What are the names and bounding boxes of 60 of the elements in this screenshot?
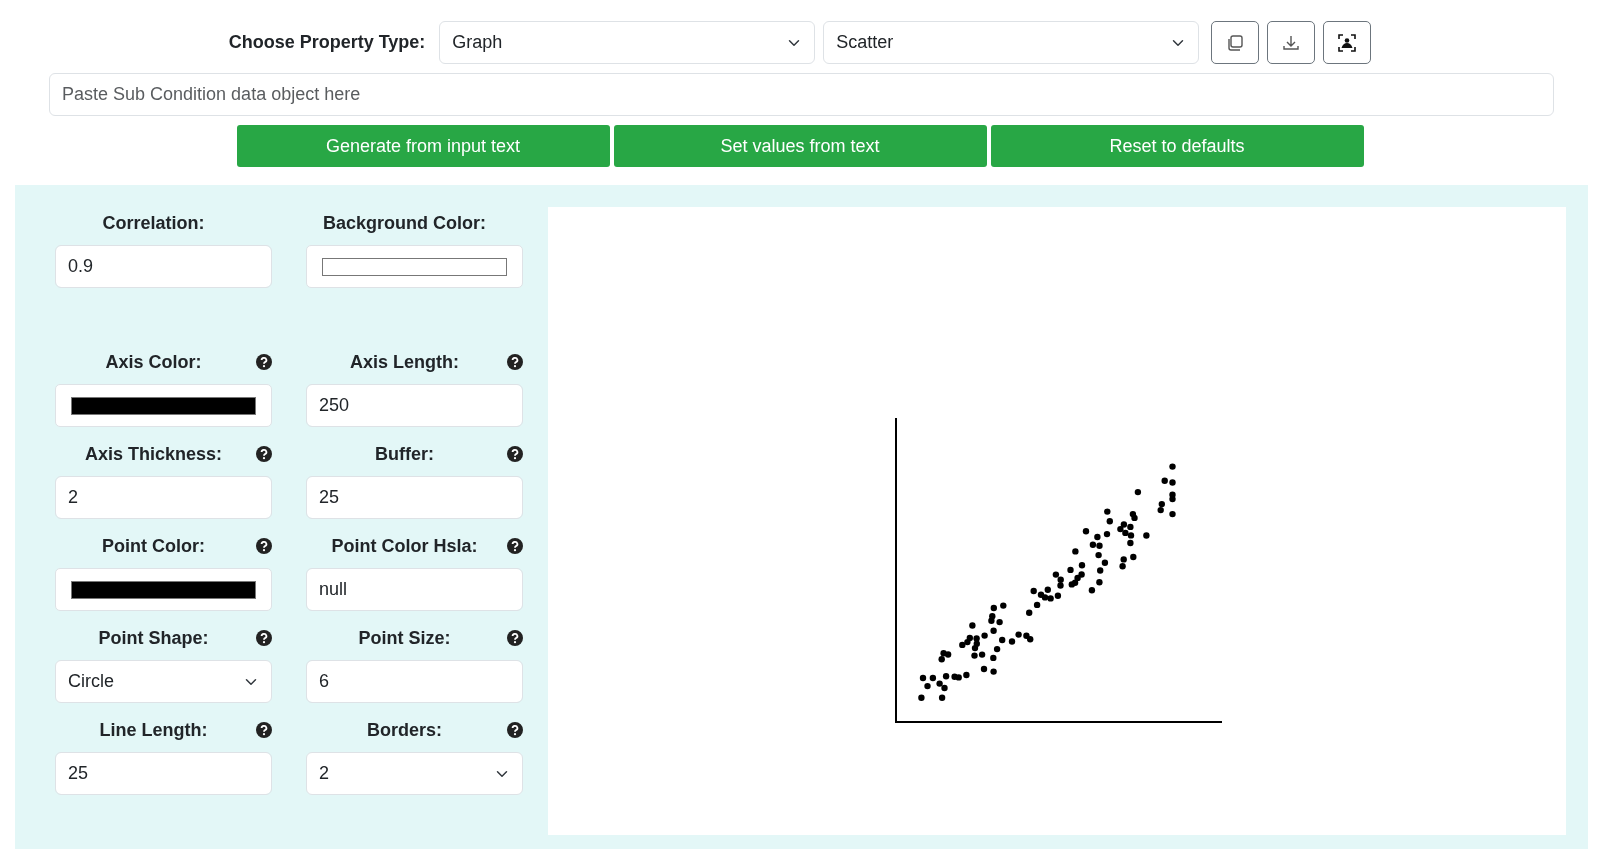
field-label: Point Shape: [98, 626, 209, 650]
data-point [1000, 602, 1007, 609]
property-type-select[interactable]: Graph [439, 21, 816, 64]
data-point [1072, 548, 1079, 555]
data-point [1106, 518, 1113, 525]
data-point [938, 694, 946, 701]
data-point [1134, 488, 1142, 496]
help-icon[interactable] [256, 630, 272, 646]
color-picker[interactable] [55, 568, 272, 611]
copy-button[interactable] [1211, 21, 1260, 64]
data-point [1130, 553, 1137, 561]
text-field[interactable]: 0.9 [55, 245, 272, 288]
text-field[interactable]: 2 [55, 476, 272, 519]
help-icon[interactable] [256, 722, 272, 738]
copy-icon [1225, 32, 1246, 53]
field-label: Background Color: [323, 211, 486, 235]
field-label: Borders: [367, 718, 442, 742]
help-icon[interactable] [507, 446, 523, 462]
data-input-field[interactable]: Paste Sub Condition data object here [49, 73, 1554, 116]
help-icon[interactable] [256, 354, 272, 370]
help-icon[interactable] [507, 354, 523, 370]
data-point [1082, 528, 1090, 535]
field-label: Correlation: [102, 211, 205, 235]
help-icon[interactable] [507, 722, 523, 738]
field-label: Axis Color: [105, 350, 202, 374]
data-point [1143, 532, 1150, 539]
color-picker[interactable] [306, 245, 523, 288]
text-field[interactable]: 250 [306, 384, 523, 427]
field-label: Line Length: [99, 718, 208, 742]
person-frame-icon [1337, 32, 1358, 53]
data-point [990, 668, 997, 675]
data-point [980, 665, 988, 673]
select-field[interactable]: 2 [306, 752, 523, 795]
help-icon[interactable] [256, 538, 272, 554]
help-icon[interactable] [507, 538, 523, 554]
select-field[interactable]: Circle [55, 660, 272, 703]
field-label: Point Color: [102, 534, 205, 558]
field-label: Point Color Hsla: [331, 534, 478, 558]
data-point [969, 622, 976, 629]
field-label: Point Size: [358, 626, 451, 650]
graph-type-select[interactable]: Scatter [823, 21, 1200, 64]
data-point [1169, 510, 1176, 518]
help-icon[interactable] [256, 446, 272, 462]
text-field[interactable]: 6 [306, 660, 523, 703]
screenshot-button[interactable] [1323, 21, 1372, 64]
text-field[interactable]: 25 [55, 752, 272, 795]
data-point [918, 694, 925, 701]
field-label: Axis Thickness: [84, 442, 223, 466]
text-field[interactable]: 25 [306, 476, 523, 519]
text-field[interactable]: null [306, 568, 523, 611]
data-point [1169, 463, 1176, 470]
data-point [1104, 508, 1111, 515]
color-picker[interactable] [55, 384, 272, 427]
data-point [1103, 530, 1111, 538]
help-icon[interactable] [507, 630, 523, 646]
download-button[interactable] [1267, 21, 1316, 64]
field-label: Axis Length: [350, 350, 459, 374]
data-point [1078, 562, 1086, 569]
property-type-label: Choose Property Type: [228, 31, 426, 54]
field-label: Buffer: [375, 442, 434, 466]
